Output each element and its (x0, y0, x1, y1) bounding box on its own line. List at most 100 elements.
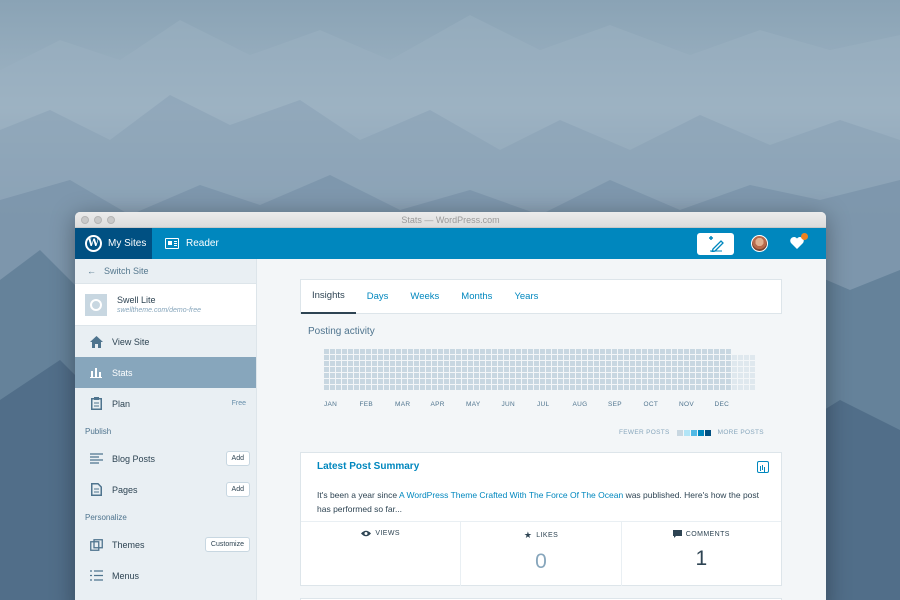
sidebar-item-blog-posts[interactable]: Blog Posts Add (75, 443, 256, 474)
sidebar-item-stats[interactable]: Stats (75, 357, 256, 388)
legend-swatch (690, 429, 697, 436)
user-avatar[interactable] (751, 235, 768, 252)
tab-years[interactable]: Years (503, 279, 549, 314)
heatmap-day-cell (366, 361, 371, 366)
heatmap-day-cell (606, 373, 611, 378)
heatmap-day-cell (492, 367, 497, 372)
reader-button[interactable]: Reader (165, 228, 219, 259)
heatmap-day-cell (420, 355, 425, 360)
customize-button[interactable]: Customize (204, 537, 250, 552)
heatmap-day-cell (372, 373, 377, 378)
heatmap-day-cell (726, 373, 731, 378)
heatmap-day-cell (594, 385, 599, 390)
post-stats-row: VIEWS ★ LIKES 0 COMMENTS 1 (301, 521, 781, 586)
heatmap-day-cell (606, 385, 611, 390)
my-sites-button[interactable]: W My Sites (75, 228, 152, 259)
heatmap-day-cell (570, 361, 575, 366)
heatmap-day-cell (534, 349, 539, 354)
add-post-button[interactable]: Add (225, 451, 250, 466)
heatmap-day-cell (534, 355, 539, 360)
heatmap-day-cell (522, 367, 527, 372)
switch-site-link[interactable]: ← Switch Site (75, 259, 256, 284)
post-link[interactable]: A WordPress Theme Crafted With The Force… (399, 490, 623, 500)
heatmap-day-cell (612, 385, 617, 390)
sidebar-item-themes[interactable]: Themes Customize (75, 529, 256, 560)
heatmap-day-cell (528, 379, 533, 384)
heatmap-day-cell (528, 385, 533, 390)
stats-chart-icon[interactable] (757, 461, 769, 473)
heatmap-day-cell (612, 349, 617, 354)
tab-days[interactable]: Days (356, 279, 400, 314)
heatmap-day-cell (702, 367, 707, 372)
heatmap-day-cell (486, 373, 491, 378)
zoom-window-button[interactable] (107, 216, 115, 224)
heatmap-day-cell (654, 373, 659, 378)
heatmap-day-cell (576, 385, 581, 390)
heatmap-day-cell (576, 349, 581, 354)
heatmap-day-cell (462, 367, 467, 372)
posting-activity-heatmap (324, 349, 755, 390)
heatmap-day-cell (690, 385, 695, 390)
minimize-window-button[interactable] (94, 216, 102, 224)
sidebar-item-menus[interactable]: Menus (75, 560, 256, 591)
heatmap-day-cell (330, 355, 335, 360)
close-window-button[interactable] (81, 216, 89, 224)
heatmap-day-cell (360, 349, 365, 354)
write-post-button[interactable] (697, 233, 734, 255)
heatmap-day-cell (486, 349, 491, 354)
heatmap-day-cell (564, 349, 569, 354)
heatmap-day-cell (594, 355, 599, 360)
tab-insights[interactable]: Insights (301, 279, 356, 314)
heatmap-day-cell (750, 385, 755, 390)
heatmap-day-cell (534, 379, 539, 384)
heatmap-day-cell (660, 355, 665, 360)
heatmap-day-cell (738, 355, 743, 360)
heatmap-day-cell (654, 385, 659, 390)
heatmap-day-cell (384, 385, 389, 390)
heatmap-day-cell (666, 361, 671, 366)
heatmap-day-cell (738, 379, 743, 384)
heatmap-day-cell (384, 373, 389, 378)
wordpress-logo-icon: W (85, 235, 102, 252)
heatmap-day-cell (570, 349, 575, 354)
sidebar-item-view-site[interactable]: View Site (75, 326, 256, 357)
notifications-button[interactable] (789, 233, 808, 253)
heatmap-day-cell (414, 361, 419, 366)
themes-icon (89, 538, 103, 552)
sidebar-item-label: Plan (112, 398, 131, 409)
heatmap-day-cell (390, 355, 395, 360)
heatmap-day-cell (684, 355, 689, 360)
heatmap-day-cell (510, 379, 515, 384)
heatmap-day-cell (366, 367, 371, 372)
heatmap-day-cell (714, 373, 719, 378)
tab-weeks[interactable]: Weeks (399, 279, 450, 314)
add-page-button[interactable]: Add (225, 482, 250, 497)
heatmap-day-cell (354, 379, 359, 384)
heatmap-day-cell (342, 355, 347, 360)
heatmap-day-cell (570, 373, 575, 378)
heatmap-day-cell (690, 361, 695, 366)
tab-months[interactable]: Months (450, 279, 503, 314)
heatmap-day-cell (378, 349, 383, 354)
heatmap-day-cell (684, 379, 689, 384)
month-label: JAN (324, 401, 338, 408)
sidebar-item-pages[interactable]: Pages Add (75, 474, 256, 505)
heatmap-day-cell (624, 385, 629, 390)
sidebar-item-label: View Site (112, 336, 150, 347)
heatmap-day-cell (378, 355, 383, 360)
current-site-card[interactable]: Swell Lite swelltheme.com/demo-free (75, 284, 256, 326)
heatmap-day-cell (450, 379, 455, 384)
heatmap-day-cell (378, 367, 383, 372)
heatmap-day-cell (432, 367, 437, 372)
heatmap-day-cell (486, 385, 491, 390)
latest-post-summary-title[interactable]: Latest Post Summary (317, 461, 419, 472)
heatmap-day-cell (498, 355, 503, 360)
heatmap-day-cell (462, 349, 467, 354)
heatmap-day-cell (480, 367, 485, 372)
sidebar-item-plan[interactable]: Plan Free (75, 388, 256, 419)
heatmap-day-cell (342, 349, 347, 354)
heatmap-day-cell (624, 361, 629, 366)
heatmap-day-cell (696, 385, 701, 390)
heatmap-day-cell (474, 361, 479, 366)
heatmap-day-cell (672, 367, 677, 372)
